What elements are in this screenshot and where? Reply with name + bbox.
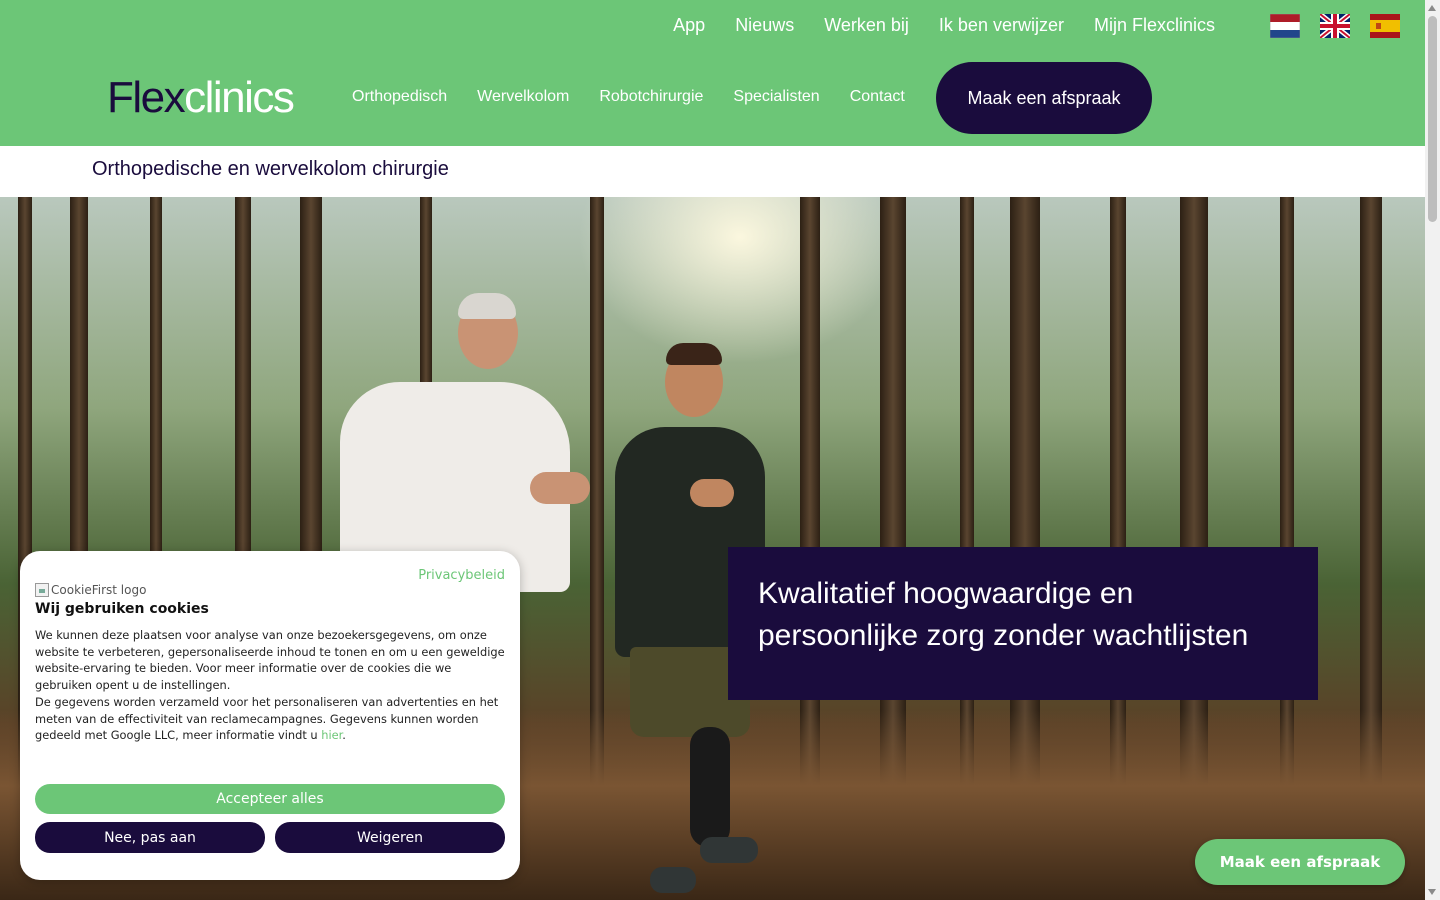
cookie-paragraph-2-text: De gegevens worden verzameld voor het pe… <box>35 694 499 743</box>
make-appointment-button[interactable]: Maak een afspraak <box>936 62 1152 134</box>
hero-headline: Kwalitatief hoogwaardige en persoonlijke… <box>758 577 1249 652</box>
topnav-my-flexclinics-link[interactable]: Mijn Flexclinics <box>1094 12 1215 38</box>
subheader: Orthopedische en wervelkolom chirurgie <box>0 146 1425 197</box>
topnav-referrer-link[interactable]: Ik ben verwijzer <box>939 12 1064 38</box>
topnav-app-link[interactable]: App <box>673 12 705 38</box>
scroll-down-arrow-icon[interactable] <box>1428 889 1436 895</box>
floating-appointment-button[interactable]: Maak een afspraak <box>1195 839 1405 885</box>
page-scrollbar[interactable] <box>1425 0 1440 900</box>
topnav-news-link[interactable]: Nieuws <box>735 12 794 38</box>
broken-image-icon <box>35 583 49 597</box>
language-switcher <box>1270 14 1400 38</box>
cookie-paragraph-1: We kunnen deze plaatsen voor analyse van… <box>35 628 505 693</box>
cookie-consent-dialog: Privacybeleid CookieFirst logo Wij gebru… <box>20 551 520 880</box>
nav-spine[interactable]: Wervelkolom <box>477 86 569 108</box>
page-subtitle: Orthopedische en wervelkolom chirurgie <box>92 158 449 180</box>
logo-part-clinics: clinics <box>184 73 295 122</box>
privacy-policy-link[interactable]: Privacybeleid <box>418 568 505 583</box>
es-flag-icon <box>1370 14 1400 38</box>
scroll-thumb[interactable] <box>1428 16 1437 222</box>
cookie-description: We kunnen deze plaatsen voor analyse van… <box>35 627 507 744</box>
scroll-up-arrow-icon[interactable] <box>1428 5 1436 11</box>
language-nl[interactable] <box>1270 14 1300 38</box>
cookie-paragraph-2-end: . <box>342 728 346 743</box>
hero-headline-box: Kwalitatief hoogwaardige en persoonlijke… <box>728 547 1318 700</box>
cookie-more-info-link[interactable]: hier <box>321 728 342 742</box>
cookie-title: Wij gebruiken cookies <box>35 601 209 617</box>
language-en[interactable] <box>1320 14 1350 38</box>
flexclinics-logo[interactable]: Flexclinics <box>107 73 295 122</box>
cookiefirst-logo: CookieFirst logo <box>35 583 146 597</box>
language-es[interactable] <box>1370 14 1400 38</box>
nav-specialists[interactable]: Specialisten <box>733 86 819 108</box>
page: App Nieuws Werken bij Ik ben verwijzer M… <box>0 0 1425 900</box>
logo-part-flex: Flex <box>107 73 186 122</box>
nav-robot-surgery[interactable]: Robotchirurgie <box>599 86 703 108</box>
site-header: App Nieuws Werken bij Ik ben verwijzer M… <box>0 0 1425 146</box>
cookiefirst-logo-alt: CookieFirst logo <box>51 583 147 597</box>
nav-contact[interactable]: Contact <box>850 86 905 108</box>
topnav-careers-link[interactable]: Werken bij <box>824 12 909 38</box>
uk-flag-icon <box>1320 14 1350 38</box>
adjust-settings-button[interactable]: Nee, pas aan <box>35 822 265 853</box>
top-navigation: App Nieuws Werken bij Ik ben verwijzer M… <box>673 12 1215 38</box>
nav-orthopedic[interactable]: Orthopedisch <box>352 86 447 108</box>
cookie-paragraph-2: De gegevens worden verzameld voor het pe… <box>35 694 507 744</box>
refuse-button[interactable]: Weigeren <box>275 822 505 853</box>
main-navigation: Orthopedisch Wervelkolom Robotchirurgie … <box>352 86 905 108</box>
accept-all-button[interactable]: Accepteer alles <box>35 784 505 814</box>
nl-flag-icon <box>1270 14 1300 38</box>
